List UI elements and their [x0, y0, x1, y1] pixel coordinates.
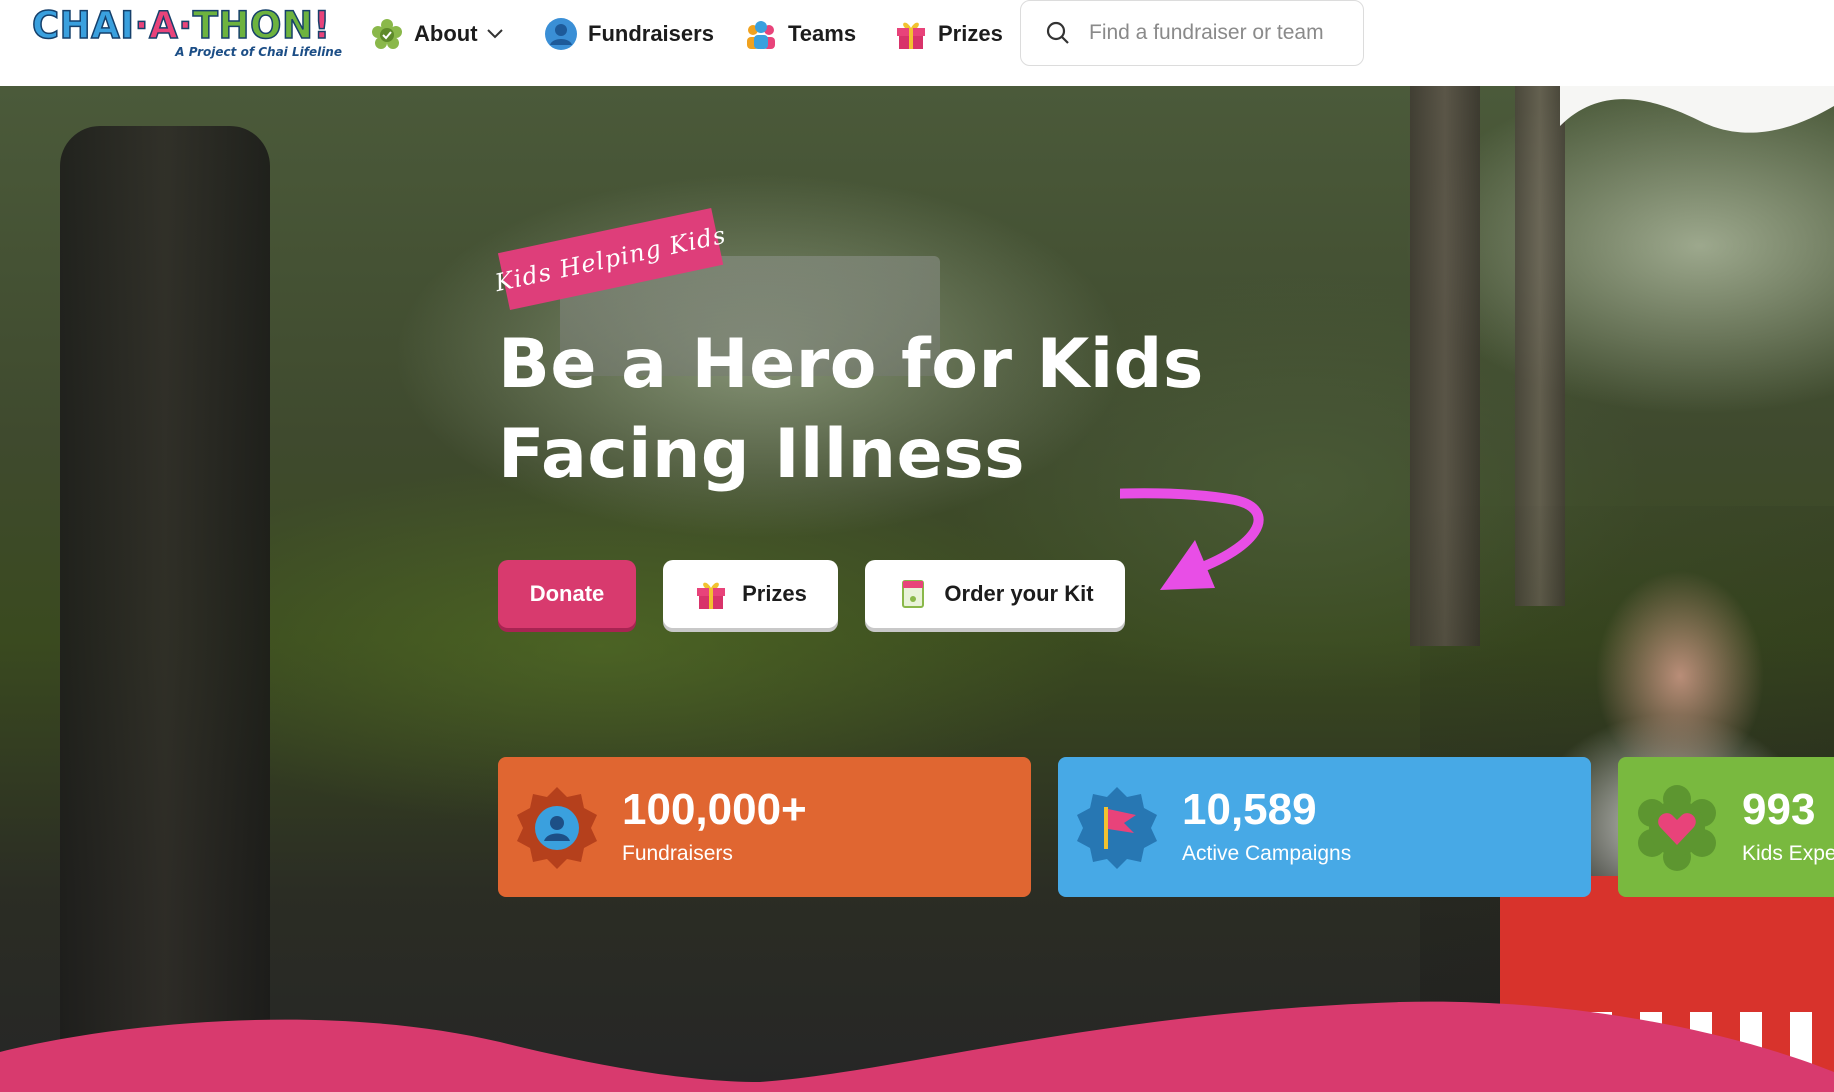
nav-fundraisers-label: Fundraisers — [588, 21, 714, 46]
team-icon — [747, 21, 775, 49]
nav-fundraisers[interactable]: Fundraisers — [544, 14, 714, 54]
donate-button[interactable]: Donate — [498, 560, 636, 628]
stat-label: Active Campaigns — [1182, 842, 1352, 865]
headline-line-1: Be a Hero for Kids — [498, 325, 1204, 404]
about-flower-icon — [372, 19, 402, 49]
prizes-button[interactable]: Prizes — [663, 560, 838, 628]
top-white-wave — [1560, 86, 1834, 133]
search-box[interactable] — [1020, 0, 1364, 66]
search-icon — [1046, 21, 1069, 44]
stat-value: 10,589 — [1182, 785, 1317, 834]
stat-label: Fundraisers — [622, 842, 733, 865]
user-badge-icon — [517, 787, 597, 869]
logo-wordmark: CHAI·A·THON! — [31, 4, 331, 47]
headline-line-2: Facing Illness — [498, 415, 1026, 494]
nav-prizes[interactable]: Prizes — [894, 14, 1003, 54]
order-kit-button-label: Order your Kit — [944, 581, 1094, 606]
background-tree-trunk — [60, 126, 270, 1086]
pointing-arrow-icon — [1120, 488, 1264, 590]
gift-icon — [897, 22, 925, 49]
nav-teams-label: Teams — [788, 21, 857, 46]
prizes-button-label: Prizes — [742, 581, 807, 606]
kit-box-icon — [902, 580, 925, 608]
stat-card-kids: 993 Kids Expe — [1618, 757, 1834, 897]
bottom-pink-wave — [0, 1001, 1834, 1092]
stat-value: 100,000+ — [622, 785, 807, 834]
gift-icon — [697, 582, 726, 609]
nav-prizes-label: Prizes — [938, 21, 1003, 46]
stat-label: Kids Expe — [1742, 842, 1834, 865]
logo-subtitle: A Project of Chai Lifeline — [175, 45, 342, 59]
nav-teams[interactable]: Teams — [744, 14, 856, 54]
chevron-down-icon — [486, 29, 503, 39]
nav-about[interactable]: About — [370, 14, 504, 54]
user-icon — [545, 18, 577, 50]
heart-badge-icon — [1638, 785, 1716, 871]
stat-card-active-campaigns: 10,589 Active Campaigns — [1058, 757, 1591, 897]
nav-about-label: About — [414, 21, 478, 46]
flag-badge-icon — [1077, 787, 1157, 869]
donate-button-label: Donate — [529, 581, 605, 606]
stat-card-fundraisers: 100,000+ Fundraisers — [498, 757, 1031, 897]
hero-headline: Be a Hero for Kids Facing Illness — [498, 320, 1258, 500]
chai-a-thon-logo[interactable]: CHAI·A·THON! A Project of Chai Lifeline — [31, 4, 344, 62]
top-navigation: CHAI·A·THON! A Project of Chai Lifeline … — [0, 0, 1834, 86]
stat-value: 993 — [1742, 785, 1816, 834]
order-kit-button[interactable]: Order your Kit — [865, 560, 1125, 628]
search-input[interactable] — [1087, 20, 1351, 46]
